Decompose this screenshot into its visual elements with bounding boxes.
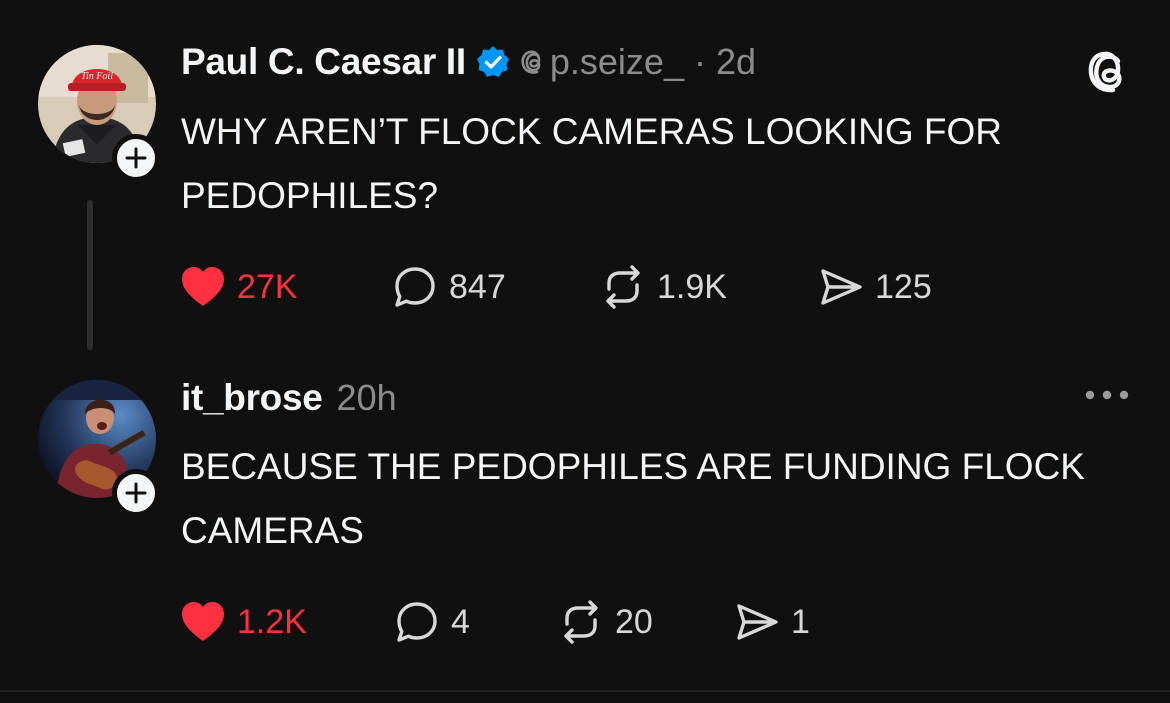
threads-at-icon	[521, 50, 541, 74]
reply-button[interactable]: 847	[391, 263, 599, 311]
thread-reply[interactable]: it_brose 20h BECAUSE THE PEDOPHILES ARE …	[0, 350, 1170, 690]
like-button[interactable]: 1.2K	[179, 598, 393, 646]
send-icon	[821, 269, 862, 305]
post-text: BECAUSE THE PEDOPHILES ARE FUNDING FLOCK…	[181, 446, 1085, 551]
follow-button[interactable]	[112, 469, 160, 517]
verified-badge-icon	[476, 46, 509, 77]
thread-connector-line	[87, 200, 93, 350]
post-header: it_brose 20h	[181, 374, 397, 422]
repost-count: 20	[615, 602, 653, 641]
username[interactable]: it_brose	[181, 377, 323, 419]
heart-icon	[182, 267, 224, 306]
user-handle[interactable]: p.seize_	[518, 41, 684, 83]
send-icon	[737, 604, 778, 640]
post-actions: 27K 847 1.9K 125	[179, 262, 932, 312]
thread-post[interactable]: Tin Foil Paul C. Caesar II p.seize_ · 2d…	[0, 0, 1170, 350]
post-actions: 1.2K 4 20 1	[179, 597, 810, 647]
plus-icon	[125, 482, 147, 504]
like-count: 27K	[237, 267, 298, 306]
repost-icon	[564, 600, 598, 644]
username[interactable]: Paul C. Caesar II	[181, 41, 466, 83]
divider	[0, 690, 1170, 692]
handle-text: p.seize_	[549, 41, 684, 82]
repost-button[interactable]: 1.9K	[599, 263, 817, 311]
reply-button[interactable]: 4	[393, 598, 557, 646]
share-count: 1	[791, 602, 810, 641]
like-count: 1.2K	[237, 602, 307, 641]
reply-count: 847	[449, 267, 506, 306]
heart-icon	[182, 602, 224, 641]
repost-button[interactable]: 20	[557, 598, 733, 646]
more-dots-icon[interactable]	[1082, 385, 1132, 405]
comment-bubble-icon	[397, 602, 437, 642]
share-button[interactable]: 1	[733, 598, 810, 646]
plus-icon	[125, 147, 147, 169]
reply-count: 4	[451, 602, 470, 641]
hat-text: Tin Foil	[81, 71, 113, 82]
post-time[interactable]: 2d	[716, 41, 756, 83]
share-count: 125	[875, 267, 932, 306]
comment-bubble-icon	[395, 267, 435, 307]
repost-icon	[606, 265, 640, 309]
separator-dot: ·	[693, 41, 706, 82]
post-time[interactable]: 20h	[337, 377, 397, 419]
post-text: WHY AREN’T FLOCK CAMERAS LOOKING FOR PED…	[181, 111, 1002, 216]
follow-button[interactable]	[112, 134, 160, 182]
share-button[interactable]: 125	[817, 263, 932, 311]
post-header: Paul C. Caesar II p.seize_ · 2d	[181, 38, 756, 86]
like-button[interactable]: 27K	[179, 263, 391, 311]
threads-logo-icon[interactable]	[1083, 45, 1135, 97]
repost-count: 1.9K	[657, 267, 727, 306]
